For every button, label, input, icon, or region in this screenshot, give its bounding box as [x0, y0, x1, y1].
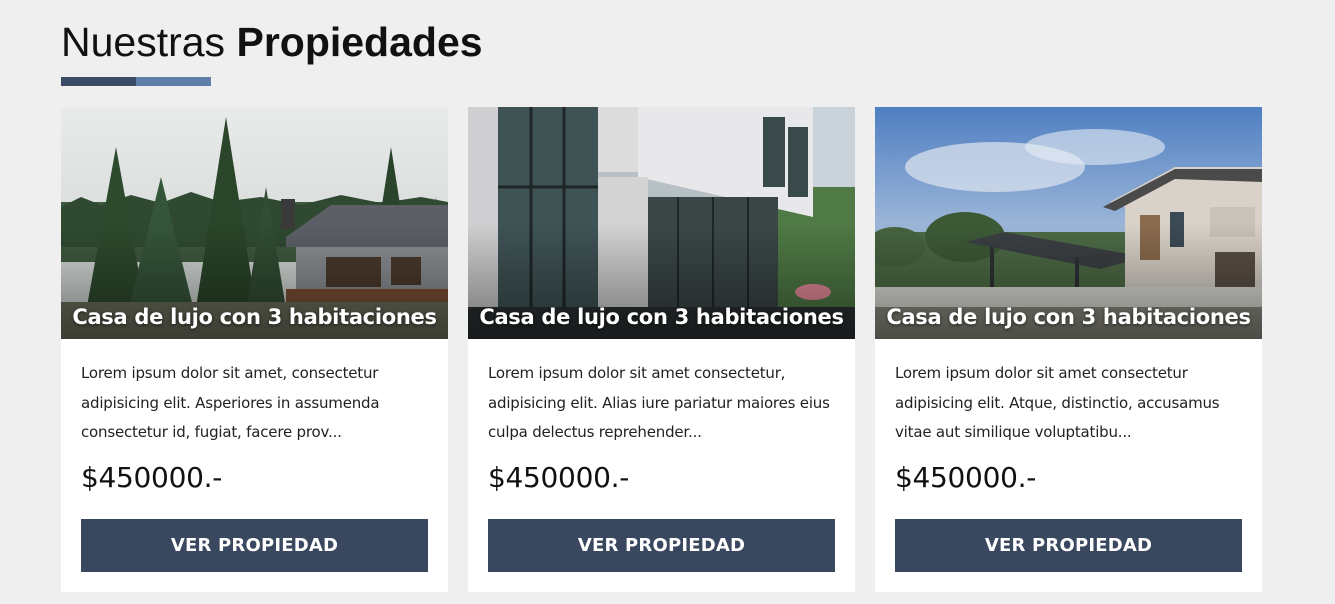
- property-cards: Casa de lujo con 3 habitaciones Lorem ip…: [61, 107, 1262, 592]
- property-card: Casa de lujo con 3 habitaciones Lorem ip…: [61, 107, 448, 592]
- property-title: Casa de lujo con 3 habitaciones: [479, 305, 844, 329]
- property-image-forest-house[interactable]: Casa de lujo con 3 habitaciones: [61, 107, 448, 339]
- property-description: Lorem ipsum dolor sit amet, consectetur …: [81, 364, 380, 441]
- property-card: Casa de lujo con 3 habitaciones Lorem ip…: [468, 107, 855, 592]
- property-price: $450000.-: [81, 461, 223, 494]
- property-title: Casa de lujo con 3 habitaciones: [72, 305, 437, 329]
- view-property-button[interactable]: VER PROPIEDAD: [895, 519, 1242, 572]
- title-underline: [61, 77, 211, 86]
- view-property-button[interactable]: VER PROPIEDAD: [81, 519, 428, 572]
- section-title-bold: Propiedades: [236, 19, 483, 65]
- underline-dark-segment: [61, 77, 136, 86]
- property-description: Lorem ipsum dolor sit amet consectetur, …: [488, 364, 830, 441]
- property-title: Casa de lujo con 3 habitaciones: [886, 305, 1251, 329]
- view-property-button[interactable]: VER PROPIEDAD: [488, 519, 835, 572]
- section-title: Nuestras Propiedades: [61, 18, 483, 66]
- property-card: Casa de lujo con 3 habitaciones Lorem ip…: [875, 107, 1262, 592]
- section-title-regular: Nuestras: [61, 19, 226, 65]
- property-image-modern-house[interactable]: Casa de lujo con 3 habitaciones: [468, 107, 855, 339]
- property-description: Lorem ipsum dolor sit amet consectetur a…: [895, 364, 1220, 441]
- property-price: $450000.-: [488, 461, 630, 494]
- property-image-carport-house[interactable]: Casa de lujo con 3 habitaciones: [875, 107, 1262, 339]
- underline-light-segment: [136, 77, 211, 86]
- property-price: $450000.-: [895, 461, 1037, 494]
